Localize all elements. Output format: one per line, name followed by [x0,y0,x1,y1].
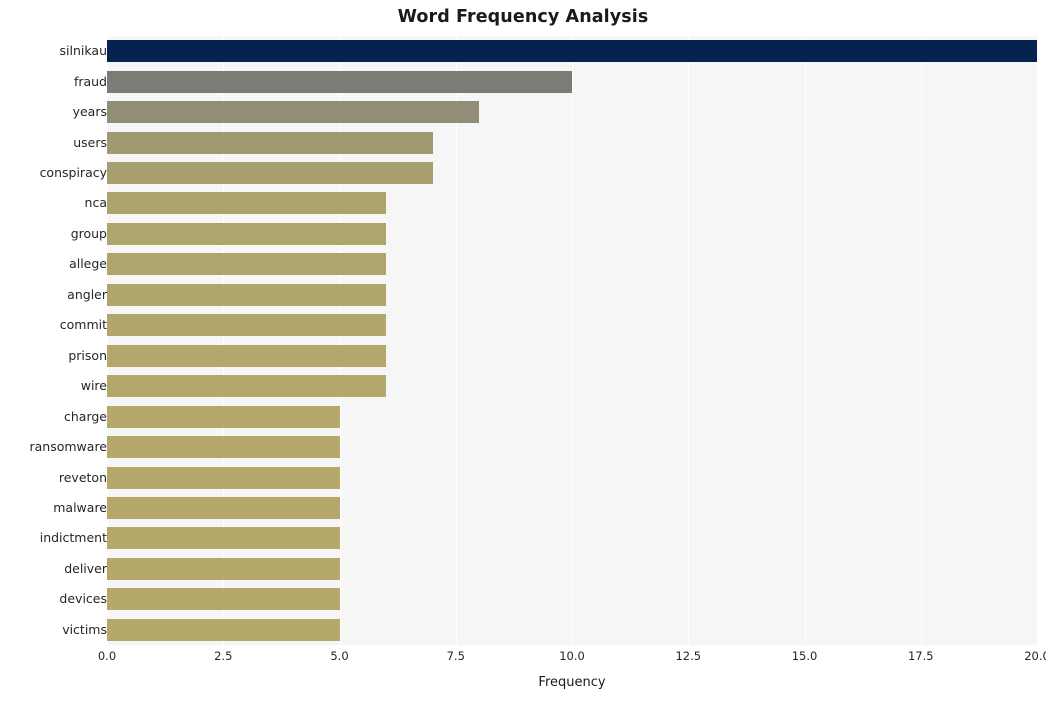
bar[interactable] [107,588,340,611]
y-tick-label: commit [59,317,107,333]
bar[interactable] [107,466,340,489]
x-tick-label: 17.5 [907,649,934,663]
y-tick-label: silnikau [59,43,107,59]
bar-row[interactable] [107,162,1037,185]
y-tick-label: users [73,134,107,150]
bar-row[interactable] [107,314,1037,337]
bar[interactable] [107,527,340,550]
x-axis-tick-labels: 0.0 2.5 5.0 7.5 10.0 12.5 15.0 17.5 20.0 [98,649,1046,669]
bar[interactable] [107,496,340,519]
bar[interactable] [107,162,433,185]
y-tick-label: indictment [39,530,107,546]
gridline-x [223,36,225,645]
bar-row[interactable] [107,496,1037,519]
y-tick-label: reveton [58,469,107,485]
x-tick-label: 15.0 [791,649,818,663]
chart-figure: Word Frequency Analysis silnikau fraud yea… [0,0,1046,701]
bar[interactable] [107,405,340,428]
bar-row[interactable] [107,131,1037,154]
y-tick-label: conspiracy [39,165,107,181]
bar-row[interactable] [107,222,1037,245]
bar-row[interactable] [107,466,1037,489]
y-tick-label: fraud [73,73,107,89]
bar-row[interactable] [107,375,1037,398]
gridline-x [1037,36,1038,645]
bar-row[interactable] [107,436,1037,459]
bar[interactable] [107,222,386,245]
gridline-x [804,36,806,645]
y-tick-label: malware [53,499,107,515]
bar-row[interactable] [107,618,1037,641]
gridline-x [920,36,922,645]
bar[interactable] [107,618,340,641]
bar[interactable] [107,192,386,215]
x-tick-label: 5.0 [330,649,349,663]
x-tick-label: 0.0 [97,649,117,663]
x-tick-label: 7.5 [446,649,465,663]
bar-row[interactable] [107,101,1037,124]
bar[interactable] [107,436,340,459]
bar-row[interactable] [107,527,1037,550]
y-axis-tick-labels: silnikau fraud years users conspiracy nca grou… [0,36,108,645]
bar-row[interactable] [107,40,1037,63]
y-tick-label: group [70,225,107,241]
gridline-x [339,36,341,645]
x-tick-label: 2.5 [214,649,233,663]
x-tick-label: 10.0 [559,649,585,663]
bar[interactable] [107,344,386,367]
bar[interactable] [107,40,1037,63]
bar[interactable] [107,131,433,154]
gridline-x [455,36,457,645]
y-tick-label: deliver [64,560,107,576]
x-tick-label: 20.0 [1024,649,1046,663]
y-tick-label: wire [80,378,107,394]
gridline-x [688,36,690,645]
bar-row[interactable] [107,253,1037,276]
x-tick-label: 12.5 [675,649,702,663]
gridline-x [572,36,573,645]
chart-title: Word Frequency Analysis [397,7,649,27]
y-tick-label: prison [68,347,107,363]
bar[interactable] [107,557,340,580]
bar-row[interactable] [107,344,1037,367]
bar-row[interactable] [107,70,1037,93]
y-tick-label: victims [62,621,107,637]
bar-row[interactable] [107,192,1037,215]
plot-area [107,36,1038,645]
y-tick-label: ransomware [29,439,108,455]
bar[interactable] [107,253,386,276]
y-tick-label: charge [64,408,107,424]
bar[interactable] [107,101,479,124]
y-tick-label: years [72,104,107,120]
x-axis-label: Frequency [538,675,606,690]
bar[interactable] [107,70,572,93]
bar-row[interactable] [107,557,1037,580]
y-tick-label: allege [69,256,107,272]
bar[interactable] [107,314,386,337]
bar-row[interactable] [107,283,1037,306]
bar-row[interactable] [107,588,1037,611]
bar[interactable] [107,283,386,306]
y-tick-label: devices [59,591,107,607]
bar[interactable] [107,375,386,398]
bar-row[interactable] [107,405,1037,428]
y-tick-label: nca [84,195,107,211]
gridline-x [107,36,108,645]
y-tick-label: angler [67,286,107,302]
